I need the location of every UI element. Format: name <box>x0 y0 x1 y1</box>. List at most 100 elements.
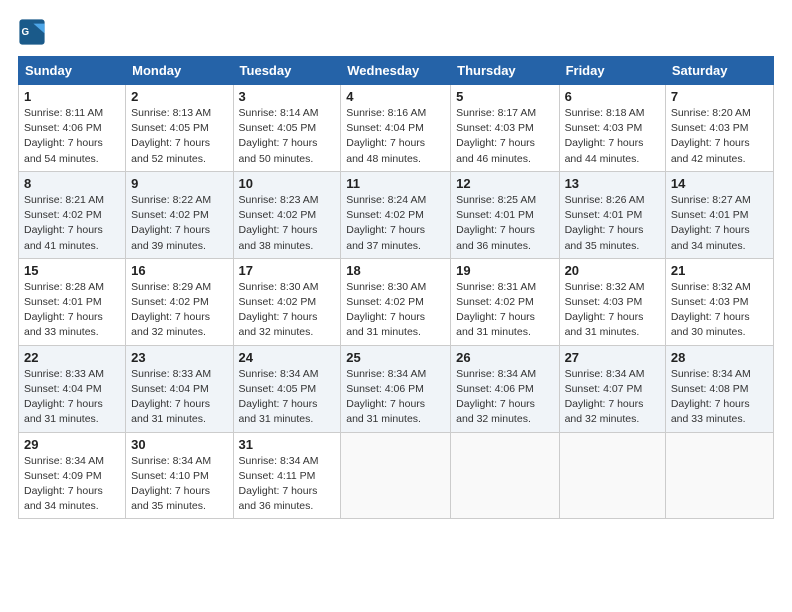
day-number: 26 <box>456 350 553 365</box>
weekday-saturday: Saturday <box>665 57 773 85</box>
day-number: 15 <box>24 263 120 278</box>
week-row-3: 15 Sunrise: 8:28 AMSunset: 4:01 PMDayligh… <box>19 258 774 345</box>
calendar-cell: 20 Sunrise: 8:32 AMSunset: 4:03 PMDayligh… <box>559 258 665 345</box>
weekday-tuesday: Tuesday <box>233 57 341 85</box>
day-info: Sunrise: 8:33 AMSunset: 4:04 PMDaylight:… <box>131 367 227 428</box>
day-info: Sunrise: 8:18 AMSunset: 4:03 PMDaylight:… <box>565 106 660 167</box>
day-number: 17 <box>239 263 336 278</box>
day-info: Sunrise: 8:31 AMSunset: 4:02 PMDaylight:… <box>456 280 553 341</box>
week-row-1: 1Sunrise: 8:11 AMSunset: 4:06 PMDaylight… <box>19 85 774 172</box>
day-info: Sunrise: 8:16 AMSunset: 4:04 PMDaylight:… <box>346 106 445 167</box>
day-number: 29 <box>24 437 120 452</box>
calendar-cell: 31Sunrise: 8:34 AMSunset: 4:11 PMDayligh… <box>233 432 341 519</box>
calendar-cell: 22 Sunrise: 8:33 AMSunset: 4:04 PMDayligh… <box>19 345 126 432</box>
calendar-cell: 27Sunrise: 8:34 AMSunset: 4:07 PMDayligh… <box>559 345 665 432</box>
weekday-header-row: SundayMondayTuesdayWednesdayThursdayFrid… <box>19 57 774 85</box>
calendar-cell: 9 Sunrise: 8:22 AMSunset: 4:02 PMDaylight… <box>126 171 233 258</box>
day-number: 4 <box>346 89 445 104</box>
day-number: 19 <box>456 263 553 278</box>
day-info: Sunrise: 8:32 AMSunset: 4:03 PMDaylight:… <box>565 280 660 341</box>
calendar-cell: 3 Sunrise: 8:14 AMSunset: 4:05 PMDaylight… <box>233 85 341 172</box>
calendar-cell <box>559 432 665 519</box>
day-number: 10 <box>239 176 336 191</box>
day-info: Sunrise: 8:24 AMSunset: 4:02 PMDaylight:… <box>346 193 445 254</box>
calendar-cell: 7 Sunrise: 8:20 AMSunset: 4:03 PMDaylight… <box>665 85 773 172</box>
page: G SundayMondayTuesdayWednesdayThursdayFr… <box>0 0 792 612</box>
calendar-cell <box>451 432 559 519</box>
day-info: Sunrise: 8:13 AMSunset: 4:05 PMDaylight:… <box>131 106 227 167</box>
day-number: 14 <box>671 176 768 191</box>
day-info: Sunrise: 8:20 AMSunset: 4:03 PMDaylight:… <box>671 106 768 167</box>
calendar-cell: 28Sunrise: 8:34 AMSunset: 4:08 PMDayligh… <box>665 345 773 432</box>
day-info: Sunrise: 8:22 AMSunset: 4:02 PMDaylight:… <box>131 193 227 254</box>
calendar-cell: 1Sunrise: 8:11 AMSunset: 4:06 PMDaylight… <box>19 85 126 172</box>
calendar-cell: 16 Sunrise: 8:29 AMSunset: 4:02 PMDayligh… <box>126 258 233 345</box>
day-number: 25 <box>346 350 445 365</box>
calendar-cell: 25 Sunrise: 8:34 AMSunset: 4:06 PMDayligh… <box>341 345 451 432</box>
day-info: Sunrise: 8:17 AMSunset: 4:03 PMDaylight:… <box>456 106 553 167</box>
calendar-cell: 2 Sunrise: 8:13 AMSunset: 4:05 PMDaylight… <box>126 85 233 172</box>
day-info: Sunrise: 8:28 AMSunset: 4:01 PMDaylight:… <box>24 280 120 341</box>
day-number: 20 <box>565 263 660 278</box>
day-number: 24 <box>239 350 336 365</box>
day-number: 21 <box>671 263 768 278</box>
day-info: Sunrise: 8:30 AMSunset: 4:02 PMDaylight:… <box>239 280 336 341</box>
weekday-thursday: Thursday <box>451 57 559 85</box>
day-info: Sunrise: 8:26 AMSunset: 4:01 PMDaylight:… <box>565 193 660 254</box>
calendar-table: SundayMondayTuesdayWednesdayThursdayFrid… <box>18 56 774 519</box>
day-info: Sunrise: 8:33 AMSunset: 4:04 PMDaylight:… <box>24 367 120 428</box>
day-info: Sunrise: 8:25 AMSunset: 4:01 PMDaylight:… <box>456 193 553 254</box>
day-number: 12 <box>456 176 553 191</box>
day-info: Sunrise: 8:34 AMSunset: 4:10 PMDaylight:… <box>131 454 227 515</box>
day-number: 22 <box>24 350 120 365</box>
calendar-cell: 10 Sunrise: 8:23 AMSunset: 4:02 PMDayligh… <box>233 171 341 258</box>
day-number: 9 <box>131 176 227 191</box>
calendar-cell: 24Sunrise: 8:34 AMSunset: 4:05 PMDayligh… <box>233 345 341 432</box>
day-info: Sunrise: 8:34 AMSunset: 4:11 PMDaylight:… <box>239 454 336 515</box>
day-info: Sunrise: 8:34 AMSunset: 4:09 PMDaylight:… <box>24 454 120 515</box>
day-number: 5 <box>456 89 553 104</box>
day-number: 28 <box>671 350 768 365</box>
day-info: Sunrise: 8:29 AMSunset: 4:02 PMDaylight:… <box>131 280 227 341</box>
day-info: Sunrise: 8:34 AMSunset: 4:06 PMDaylight:… <box>346 367 445 428</box>
calendar-cell <box>665 432 773 519</box>
calendar-cell: 4 Sunrise: 8:16 AMSunset: 4:04 PMDaylight… <box>341 85 451 172</box>
day-info: Sunrise: 8:14 AMSunset: 4:05 PMDaylight:… <box>239 106 336 167</box>
weekday-friday: Friday <box>559 57 665 85</box>
day-number: 1 <box>24 89 120 104</box>
calendar-cell: 11 Sunrise: 8:24 AMSunset: 4:02 PMDayligh… <box>341 171 451 258</box>
day-number: 27 <box>565 350 660 365</box>
weekday-wednesday: Wednesday <box>341 57 451 85</box>
weekday-monday: Monday <box>126 57 233 85</box>
calendar-cell: 21 Sunrise: 8:32 AMSunset: 4:03 PMDayligh… <box>665 258 773 345</box>
day-info: Sunrise: 8:23 AMSunset: 4:02 PMDaylight:… <box>239 193 336 254</box>
day-number: 8 <box>24 176 120 191</box>
day-number: 7 <box>671 89 768 104</box>
calendar-cell: 26 Sunrise: 8:34 AMSunset: 4:06 PMDayligh… <box>451 345 559 432</box>
svg-text:G: G <box>22 27 30 38</box>
day-info: Sunrise: 8:27 AMSunset: 4:01 PMDaylight:… <box>671 193 768 254</box>
day-number: 2 <box>131 89 227 104</box>
week-row-4: 22 Sunrise: 8:33 AMSunset: 4:04 PMDayligh… <box>19 345 774 432</box>
calendar-cell: 14 Sunrise: 8:27 AMSunset: 4:01 PMDayligh… <box>665 171 773 258</box>
week-row-2: 8 Sunrise: 8:21 AMSunset: 4:02 PMDaylight… <box>19 171 774 258</box>
day-info: Sunrise: 8:32 AMSunset: 4:03 PMDaylight:… <box>671 280 768 341</box>
day-number: 3 <box>239 89 336 104</box>
day-info: Sunrise: 8:21 AMSunset: 4:02 PMDaylight:… <box>24 193 120 254</box>
week-row-5: 29 Sunrise: 8:34 AMSunset: 4:09 PMDayligh… <box>19 432 774 519</box>
calendar-cell: 12 Sunrise: 8:25 AMSunset: 4:01 PMDayligh… <box>451 171 559 258</box>
day-number: 6 <box>565 89 660 104</box>
day-number: 11 <box>346 176 445 191</box>
day-number: 13 <box>565 176 660 191</box>
day-number: 18 <box>346 263 445 278</box>
weekday-sunday: Sunday <box>19 57 126 85</box>
day-number: 16 <box>131 263 227 278</box>
calendar-cell: 8 Sunrise: 8:21 AMSunset: 4:02 PMDaylight… <box>19 171 126 258</box>
calendar-cell: 17 Sunrise: 8:30 AMSunset: 4:02 PMDayligh… <box>233 258 341 345</box>
day-info: Sunrise: 8:34 AMSunset: 4:06 PMDaylight:… <box>456 367 553 428</box>
calendar-cell: 6 Sunrise: 8:18 AMSunset: 4:03 PMDaylight… <box>559 85 665 172</box>
calendar-cell: 30Sunrise: 8:34 AMSunset: 4:10 PMDayligh… <box>126 432 233 519</box>
day-info: Sunrise: 8:30 AMSunset: 4:02 PMDaylight:… <box>346 280 445 341</box>
calendar-cell: 18 Sunrise: 8:30 AMSunset: 4:02 PMDayligh… <box>341 258 451 345</box>
header: G <box>18 18 774 46</box>
